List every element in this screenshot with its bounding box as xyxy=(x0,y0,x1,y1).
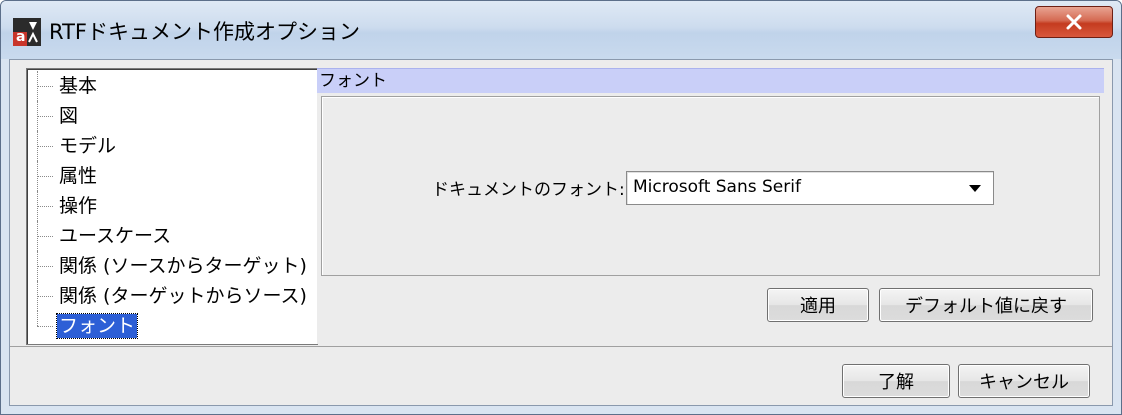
tree-item-label: ユースケース xyxy=(59,225,172,247)
dialog-content: 基本 図 モデル 属性 操作 ユースケース 関係 (ソースからターゲット) 関係… xyxy=(9,59,1113,406)
ok-button[interactable]: 了解 xyxy=(842,364,950,398)
tree-item-diagram[interactable]: 図 xyxy=(37,101,309,131)
tree-item-model[interactable]: モデル xyxy=(37,131,309,161)
font-select-value: Microsoft Sans Serif xyxy=(633,177,801,197)
tree-list: 基本 図 モデル 属性 操作 ユースケース 関係 (ソースからターゲット) 関係… xyxy=(37,71,309,341)
astah-icon: a xyxy=(13,18,41,46)
tree-item-operation[interactable]: 操作 xyxy=(37,191,309,221)
restore-defaults-button[interactable]: デフォルト値に戻す xyxy=(879,288,1093,322)
window-title: RTFドキュメント作成オプション xyxy=(49,20,360,44)
tree-item-relation-source-target[interactable]: 関係 (ソースからターゲット) xyxy=(37,251,309,281)
font-section: ドキュメントのフォント: Microsoft Sans Serif xyxy=(321,96,1100,276)
cancel-button[interactable]: キャンセル xyxy=(958,364,1090,398)
tree-item-label: モデル xyxy=(59,135,117,157)
close-button[interactable] xyxy=(1035,6,1113,38)
tree-item-label: 関係 (ターゲットからソース) xyxy=(59,285,307,307)
tree-item-relation-target-source[interactable]: 関係 (ターゲットからソース) xyxy=(37,281,309,311)
tree-item-label: 操作 xyxy=(59,195,98,217)
document-font-select[interactable]: Microsoft Sans Serif xyxy=(626,171,994,205)
tree-item-label: 属性 xyxy=(59,165,98,187)
tree-item-label: 基本 xyxy=(59,75,98,97)
dialog-window: a RTFドキュメント作成オプション 基本 図 モデル 属性 操作 ユースケース… xyxy=(0,0,1122,415)
tree-item-label: フォント xyxy=(55,313,139,339)
tree-item-basic[interactable]: 基本 xyxy=(37,71,309,101)
tree-item-attribute[interactable]: 属性 xyxy=(37,161,309,191)
document-font-label: ドキュメントのフォント: xyxy=(432,180,625,200)
tree-item-label: 関係 (ソースからターゲット) xyxy=(59,255,307,277)
footer-divider xyxy=(10,346,1112,347)
category-tree[interactable]: 基本 図 モデル 属性 操作 ユースケース 関係 (ソースからターゲット) 関係… xyxy=(26,68,318,345)
apply-button[interactable]: 適用 xyxy=(767,288,869,322)
tree-item-font[interactable]: フォント xyxy=(37,311,309,341)
chevron-down-icon xyxy=(969,185,981,192)
close-icon xyxy=(1066,14,1082,30)
tree-item-label: 図 xyxy=(59,105,79,127)
svg-text:a: a xyxy=(16,29,25,45)
section-header: フォント xyxy=(317,68,1104,93)
tree-item-usecase[interactable]: ユースケース xyxy=(37,221,309,251)
font-settings-panel: フォント ドキュメントのフォント: Microsoft Sans Serif 適… xyxy=(317,68,1104,344)
title-bar[interactable]: a RTFドキュメント作成オプション xyxy=(1,1,1121,59)
